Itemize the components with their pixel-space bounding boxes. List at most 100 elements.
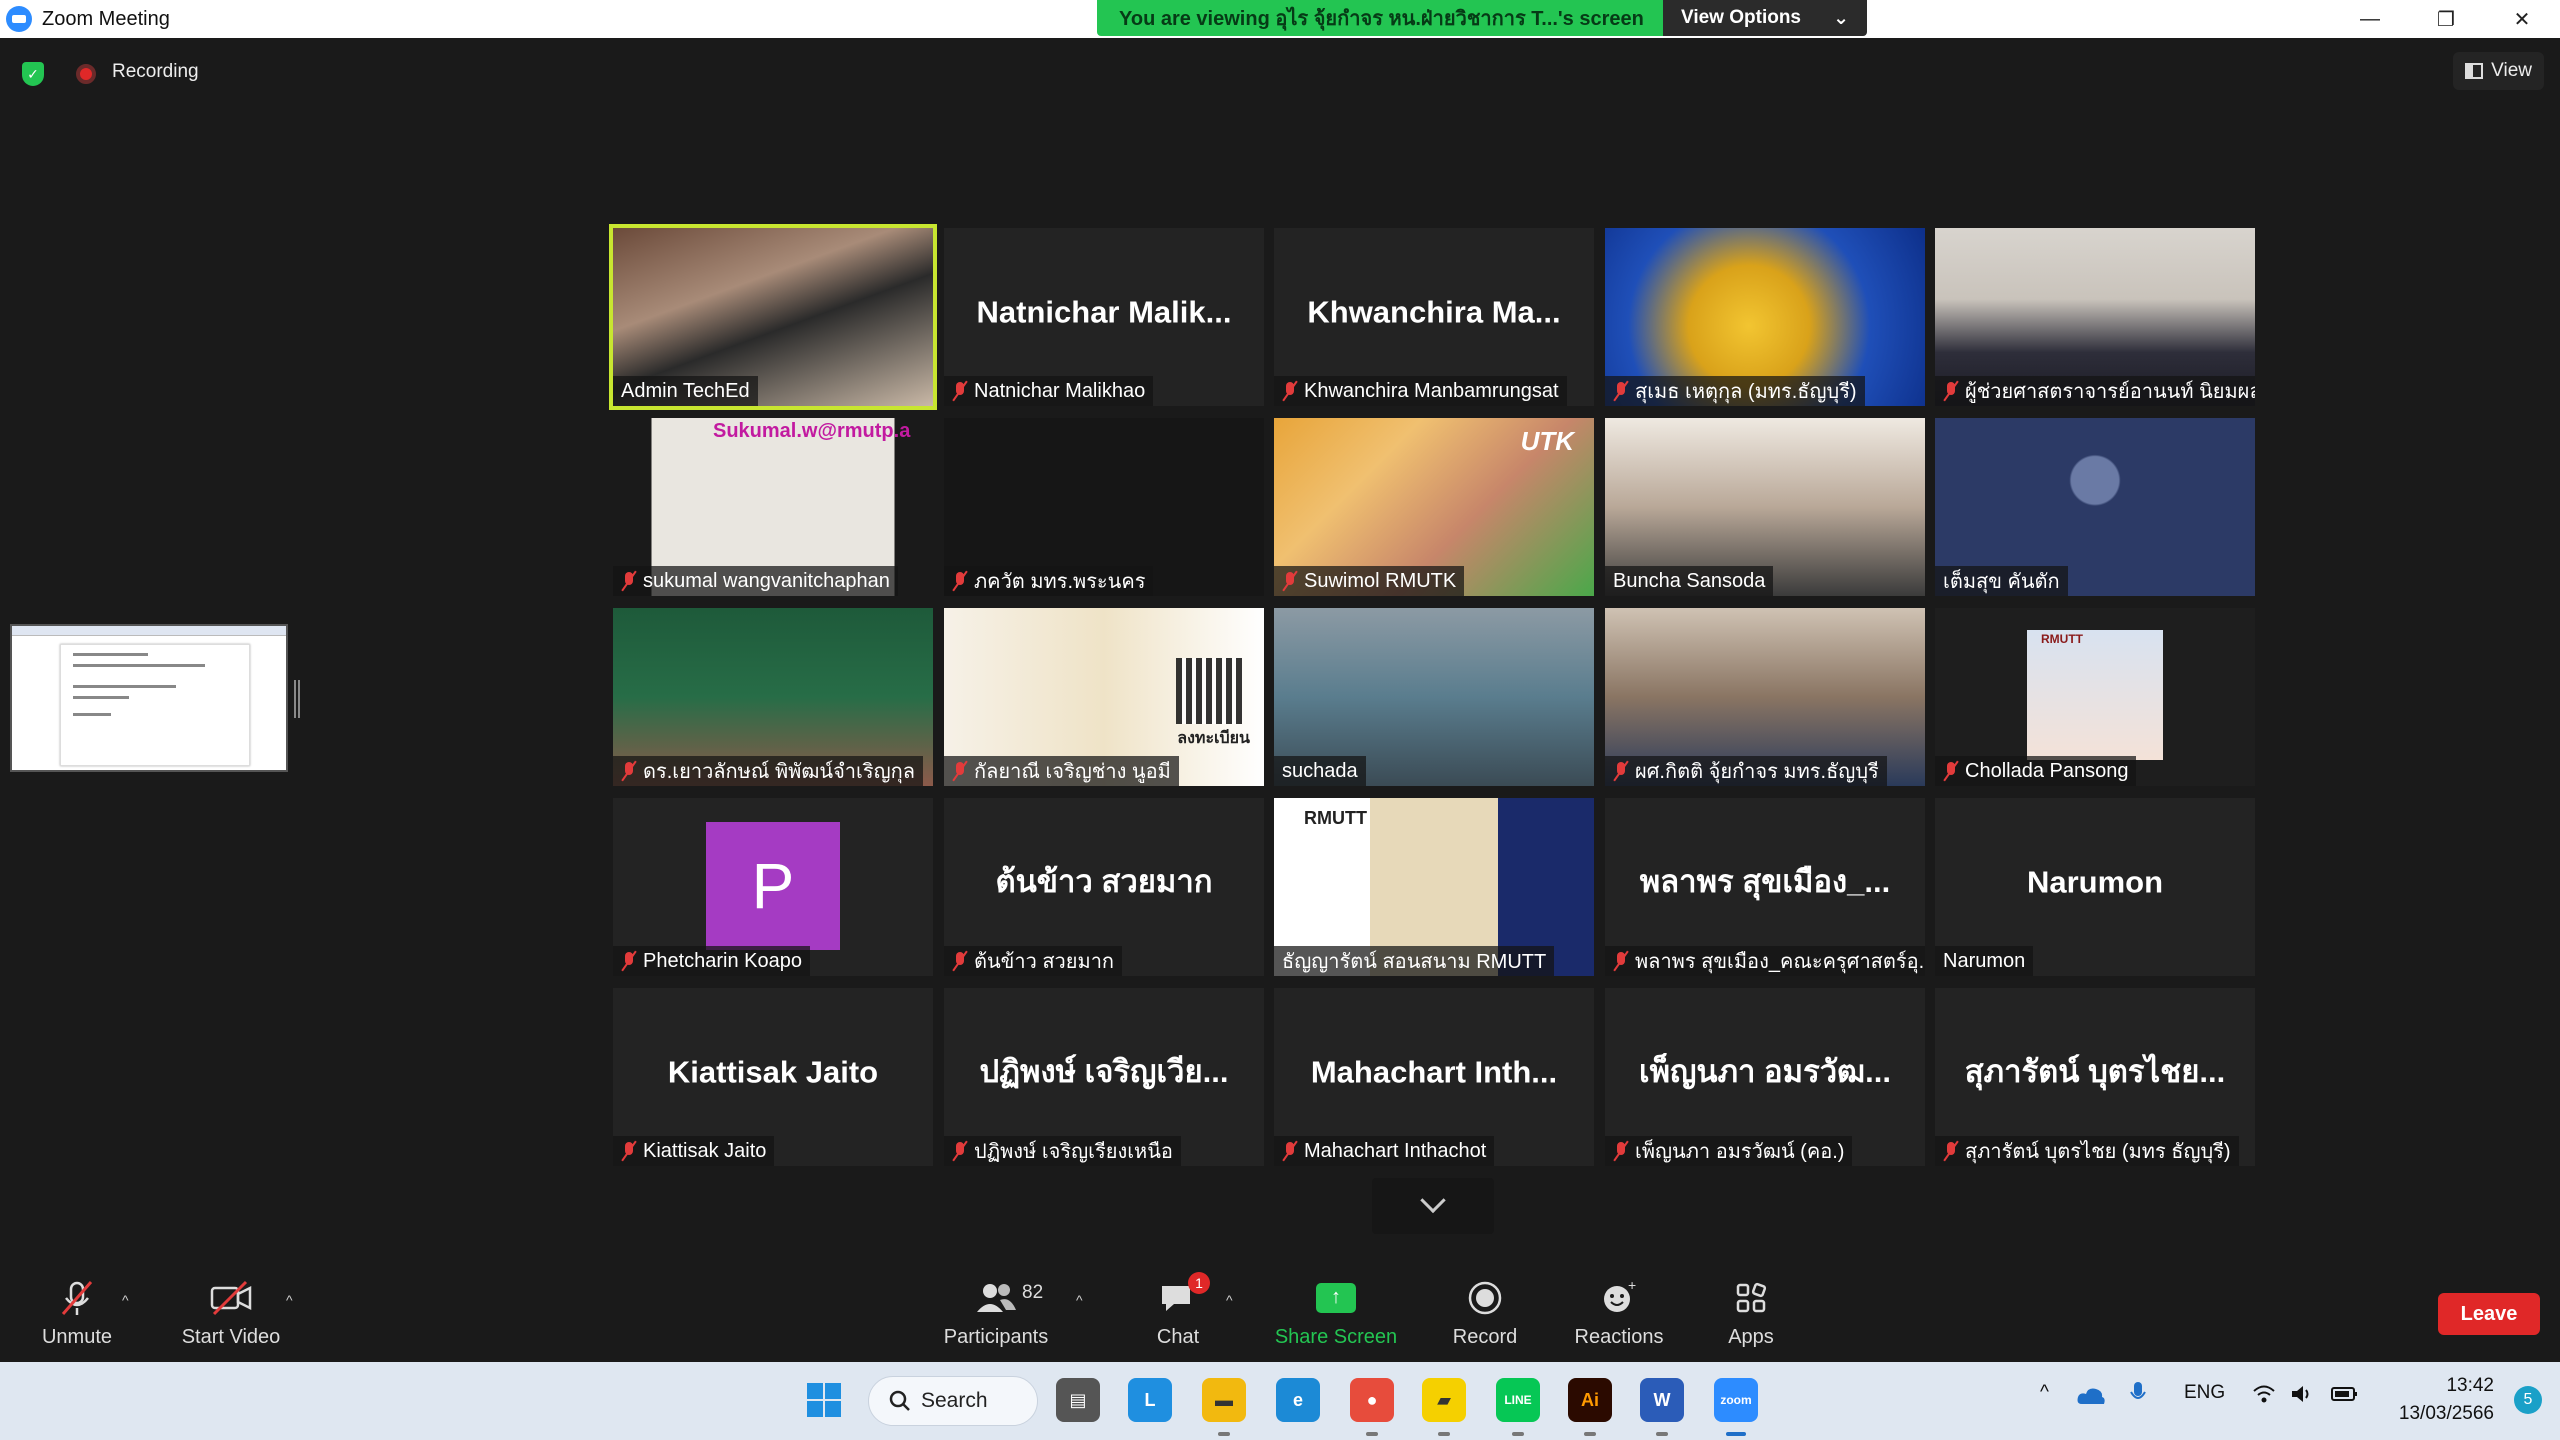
participant-tile[interactable]: Sukumal.w@rmutp.a sukumal wangvanitchapha… [613,418,933,596]
participant-tile[interactable]: Narumon Narumon [1935,798,2255,976]
battery-icon[interactable] [2330,1384,2358,1410]
shared-document-page [60,644,250,766]
clock-time: 13:42 [2446,1375,2494,1396]
participants-count: 82 [1022,1281,1044,1303]
participant-tile[interactable]: Mahachart Inth... Mahachart Inthachot [1274,988,1594,1166]
unmute-button[interactable]: Unmute [30,1262,124,1362]
chevron-down-icon: ⌄ [1833,7,1849,29]
participant-tile[interactable]: Buncha Sansoda [1605,418,1925,596]
start-video-button[interactable]: Start Video [176,1262,286,1362]
participant-tile[interactable]: Admin TechEd [609,224,937,410]
close-button[interactable]: ✕ [2484,0,2560,38]
participant-name-label: กัลยาณี เจริญช่าง นูอมี [944,756,1179,786]
participant-tile[interactable]: Khwanchira Ma... Khwanchira Manbamrungsat [1274,228,1594,406]
thumbnail-resize-handle[interactable] [294,680,300,718]
chat-button[interactable]: 1 Chat [1138,1262,1218,1362]
muted-mic-icon [1943,1141,1959,1161]
participant-tile[interactable]: ลงทะเบียน กัลยาณี เจริญช่าง นูอมี [944,608,1264,786]
participant-tile[interactable]: RMUTT ธัญญารัตน์ สอนสนาม RMUTT [1274,798,1594,976]
shared-screen-thumbnail[interactable] [10,624,288,772]
audio-options-caret[interactable]: ^ [122,1292,129,1308]
zoom-taskbar-icon[interactable]: zoom [1714,1378,1758,1422]
participant-name-label: Buncha Sansoda [1605,566,1774,596]
running-indicator [1218,1432,1230,1436]
search-icon [889,1390,910,1411]
view-options-button[interactable]: View Options ⌄ [1663,0,1867,36]
taskbar-clock[interactable]: 13:42 13/03/2566 [2399,1372,2494,1428]
doc-line [73,713,111,716]
participant-name-label: เต็มสุข คันตัก [1935,566,2068,596]
speaker-icon[interactable] [2290,1384,2314,1410]
chrome-taskbar-icon[interactable]: ● [1350,1378,1394,1422]
share-screen-button[interactable]: ↑ Share Screen [1272,1262,1400,1362]
windows-start-icon[interactable] [802,1378,846,1422]
input-language[interactable]: ENG [2184,1382,2225,1404]
windows-taskbar: Search ▤ L ▬ e ● ▰ LINE Ai Wzoom ^ ENG 13:42 13/… [0,1362,2560,1440]
participant-tile[interactable]: ปฏิพงษ์ เจริญเวีย... ปฏิพงษ์ เจริญเรียงเห… [944,988,1264,1166]
participant-tile[interactable]: ผู้ช่วยศาสตราจารย์อานนท์ นิยมผล [1935,228,2255,406]
participant-tile[interactable]: Kiattisak Jaito Kiattisak Jaito [613,988,933,1166]
record-label: Record [1452,1325,1518,1348]
participant-tile[interactable]: เพ็ญนภา อมรวัฒ... เพ็ญนภา อมรวัฒน์ (คอ.) [1605,988,1925,1166]
participant-tile[interactable]: เต็มสุข คันตัก [1935,418,2255,596]
restore-button[interactable]: ❐ [2408,0,2484,38]
taskbar-search[interactable]: Search [868,1376,1038,1426]
participant-name-label: Natnichar Malikhao [944,376,1154,406]
participant-display-name: พลาพร สุขเมือง_... [1639,864,1891,899]
apps-button[interactable]: Apps [1716,1262,1786,1362]
svg-text:+: + [1628,1278,1636,1293]
apps-label: Apps [1728,1325,1774,1348]
doc-line [73,696,130,699]
muted-mic-icon [1613,381,1629,401]
participant-name: Khwanchira Manbamrungsat [1304,379,1559,402]
tray-overflow-chevron[interactable]: ^ [2040,1382,2049,1404]
participant-tile[interactable]: สุภารัตน์ บุตรไชย... สุภารัตน์ บุตรไชย (ม… [1935,988,2255,1166]
participant-display-name: Narumon [2026,864,2164,900]
l-app-taskbar-icon[interactable]: L [1128,1378,1172,1422]
wifi-icon[interactable] [2252,1384,2276,1410]
view-button[interactable]: View [2453,52,2544,90]
participant-name-label: ผศ.กิตติ จุ้ยกำจร มทร.ธัญบุรี [1605,756,1887,786]
minimize-button[interactable]: — [2332,0,2408,38]
participant-name-label: ผู้ช่วยศาสตราจารย์อานนท์ นิยมผล [1935,376,2255,406]
gallery-next-page-button[interactable] [1372,1178,1494,1234]
word-taskbar-icon[interactable]: W [1640,1378,1684,1422]
encryption-shield-icon[interactable]: ✓ [22,62,44,86]
apps-icon [1732,1276,1770,1320]
muted-mic-icon [1943,381,1959,401]
participant-tile[interactable]: ภควัต มทร.พระนคร [944,418,1264,596]
reactions-button[interactable]: + Reactions [1566,1262,1672,1362]
notification-badge[interactable]: 5 [2514,1386,2542,1414]
participant-name: Kiattisak Jaito [643,1139,767,1162]
participant-tile[interactable]: UTK Suwimol RMUTK [1274,418,1594,596]
participant-tile[interactable]: RMUTT Chollada Pansong [1935,608,2255,786]
illustrator-taskbar-icon[interactable]: Ai [1568,1378,1612,1422]
participant-tile[interactable]: Natnichar Malik... Natnichar Malikhao [944,228,1264,406]
line-taskbar-icon[interactable]: LINE [1496,1378,1540,1422]
microphone-icon[interactable] [2128,1380,2148,1414]
participant-tile[interactable]: P Phetcharin Koapo [613,798,933,976]
participant-name-label: Narumon [1935,946,2034,976]
participant-display-name: ต้นข้าว สวยมาก [995,864,1213,899]
participant-tile[interactable]: ผศ.กิตติ จุ้ยกำจร มทร.ธัญบุรี [1605,608,1925,786]
chat-options-caret[interactable]: ^ [1226,1292,1233,1308]
participant-tile[interactable]: ต้นข้าว สวยมาก ต้นข้าว สวยมาก [944,798,1264,976]
participant-name: Buncha Sansoda [1613,569,1766,592]
participant-name: เพ็ญนภา อมรวัฒน์ (คอ.) [1635,1141,1845,1163]
participant-tile[interactable]: ดร.เยาวลักษณ์ พิพัฒน์จำเริญกุล [613,608,933,786]
onedrive-icon[interactable] [2076,1384,2106,1412]
record-button[interactable]: Record [1440,1262,1530,1362]
participants-options-caret[interactable]: ^ [1076,1292,1083,1308]
participant-tile[interactable]: พลาพร สุขเมือง_... พลาพร สุขเมือง_คณะครุศ… [1605,798,1925,976]
search-label: Search [921,1389,988,1412]
video-options-caret[interactable]: ^ [286,1292,293,1308]
participant-name: Natnichar Malikhao [974,379,1146,402]
participant-tile[interactable]: สุเมธ เหตุกุล (มทร.ธัญบุรี) [1605,228,1925,406]
explorer-taskbar-icon[interactable]: ▬ [1202,1378,1246,1422]
leave-button[interactable]: Leave [2438,1293,2540,1335]
files-taskbar-icon[interactable]: ▤ [1056,1378,1100,1422]
participants-button[interactable]: 82 Participants [936,1262,1056,1362]
participant-tile[interactable]: suchada [1274,608,1594,786]
edge-taskbar-icon[interactable]: e [1276,1378,1320,1422]
notes-taskbar-icon[interactable]: ▰ [1422,1378,1466,1422]
